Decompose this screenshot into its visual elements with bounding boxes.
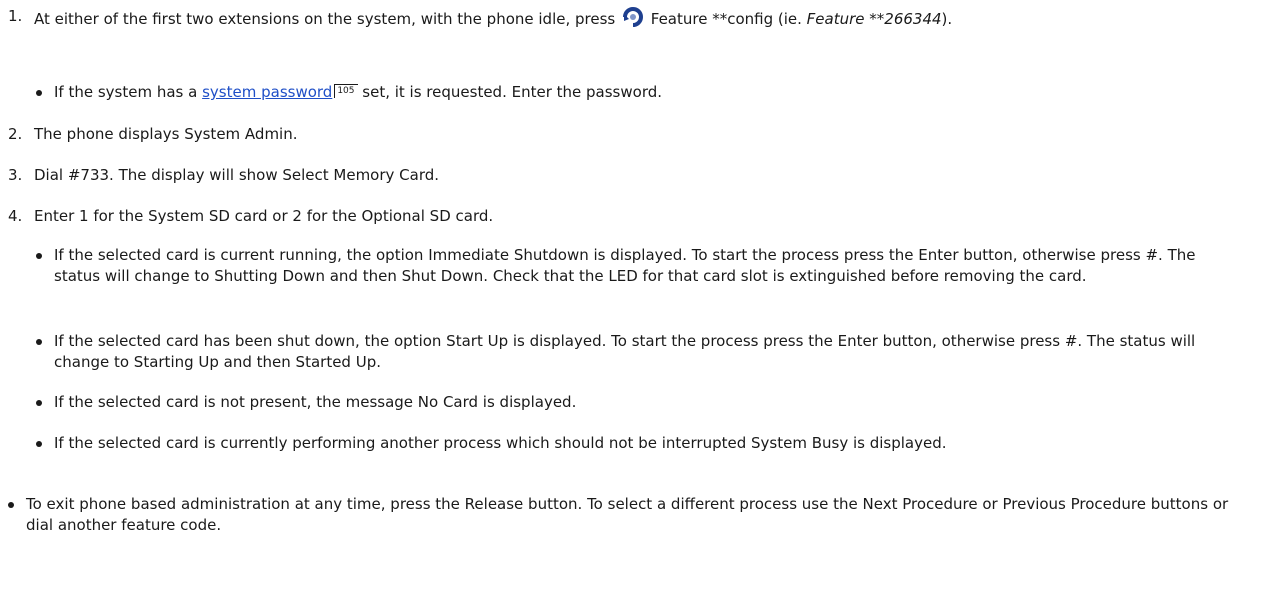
feature-code-example: Feature **266344 [806,10,942,28]
bullet-icon [36,400,42,406]
step-text: Enter 1 for the System SD card or 2 for … [34,207,494,225]
list-item: If the selected card is current running,… [36,245,1236,287]
bullet-icon [36,441,42,447]
bullet-icon [36,253,42,259]
bullet-icon [36,90,42,96]
step-text: At either of the first two extensions on… [8,6,1258,30]
step-number: 2. [8,125,23,143]
step-number: 4. [8,207,23,225]
bullet-icon [36,339,42,345]
step-text: Dial #733. The display will show Select … [34,166,440,184]
list-item: If the selected card has been shut down,… [36,331,1236,373]
bullet-icon [8,502,14,508]
step-1: 1. At either of the first two extensions… [8,6,1258,30]
feature-button-icon [622,6,644,28]
step-text: The phone displays System Admin. [34,125,298,143]
list-item: If the selected card is currently perfor… [36,433,1236,454]
list-item: To exit phone based administration at an… [8,494,1258,536]
system-password-link[interactable]: system password [202,83,332,101]
step-2: 2. The phone displays System Admin. [8,124,1258,145]
step-number: 1. [8,7,23,25]
list-item: If the selected card is not present, the… [36,392,1236,413]
step-number: 3. [8,166,23,184]
step-4: 4. Enter 1 for the System SD card or 2 f… [8,206,1258,227]
step-3: 3. Dial #733. The display will show Sele… [8,165,1258,186]
page-reference-link[interactable]: 105 [334,84,358,98]
list-item: If the system has a system password 105 s… [36,82,1236,103]
help-page: 1. At either of the first two extensions… [0,0,1278,589]
